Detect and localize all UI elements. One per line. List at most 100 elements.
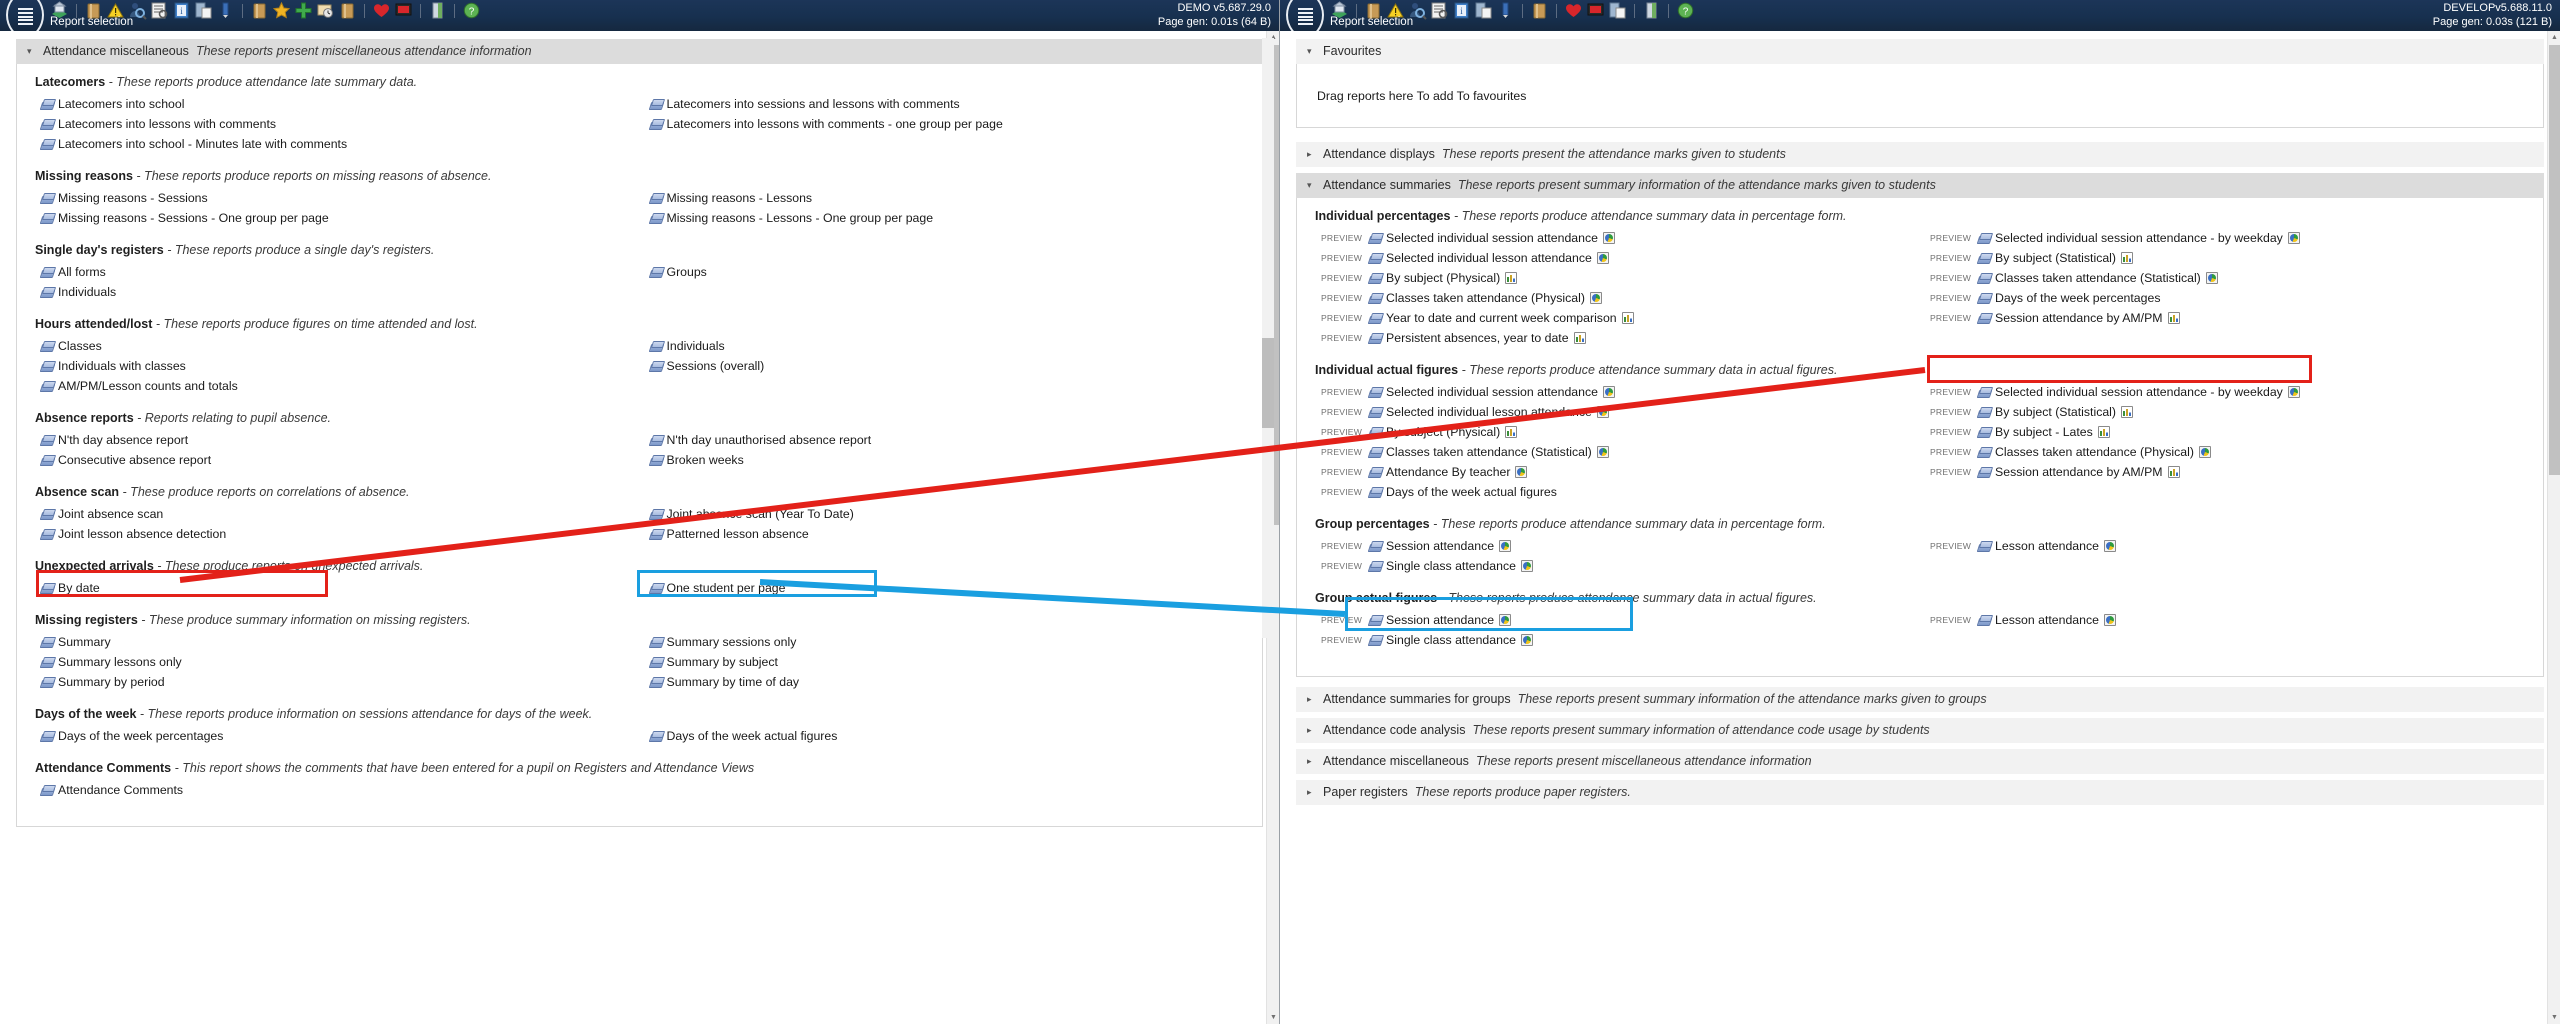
preview-button[interactable]: PREVIEW	[1321, 463, 1362, 481]
info-document-icon[interactable]: i	[172, 1, 191, 20]
preview-button[interactable]: PREVIEW	[1321, 443, 1362, 461]
preview-button[interactable]: PREVIEW	[1930, 309, 1971, 327]
clock-note-icon[interactable]	[316, 1, 335, 20]
chevron-right-icon[interactable]: ▸	[1307, 692, 1316, 707]
report-link[interactable]: Missing reasons - Sessions - One group p…	[31, 208, 640, 228]
scroll-down-arrow[interactable]: ▼	[2548, 1011, 2560, 1024]
report-link[interactable]: By date	[31, 578, 640, 598]
help-question-icon[interactable]: ?	[462, 1, 481, 20]
collapsed-group-header[interactable]: ▸ Attendance summaries for groups These r…	[1296, 687, 2544, 712]
report-link[interactable]: Summary lessons only	[31, 652, 640, 672]
preview-button[interactable]: PREVIEW	[1321, 269, 1362, 287]
report-link[interactable]: PREVIEW Session attendance by AM/PM	[1920, 462, 2529, 482]
report-link[interactable]: One student per page	[640, 578, 1249, 598]
server-document-icon[interactable]	[194, 1, 213, 20]
left-inner-scrollbar[interactable]	[1262, 38, 1274, 638]
preview-button[interactable]: PREVIEW	[1321, 423, 1362, 441]
preview-button[interactable]: PREVIEW	[1930, 423, 1971, 441]
report-link[interactable]: PREVIEW Selected individual lesson attend…	[1311, 402, 1920, 422]
screen-red-icon[interactable]	[1586, 1, 1605, 20]
preview-button[interactable]: PREVIEW	[1321, 537, 1362, 555]
collapsed-group-header[interactable]: ▸ Attendance miscellaneous These reports …	[1296, 749, 2544, 774]
preview-button[interactable]: PREVIEW	[1321, 289, 1362, 307]
scroll-down-arrow[interactable]: ▼	[1267, 1011, 1279, 1024]
door-exit-icon[interactable]	[1642, 1, 1661, 20]
scroll-up-arrow[interactable]: ▲	[2548, 31, 2560, 44]
report-link[interactable]: Days of the week percentages	[31, 726, 640, 746]
report-link[interactable]: Summary by period	[31, 672, 640, 692]
report-link[interactable]: Missing reasons - Lessons - One group pe…	[640, 208, 1249, 228]
report-link[interactable]: Broken weeks	[640, 450, 1249, 470]
report-link[interactable]: PREVIEW Selected individual session atten…	[1311, 382, 1920, 402]
report-link[interactable]: Missing reasons - Lessons	[640, 188, 1249, 208]
preview-button[interactable]: PREVIEW	[1321, 309, 1362, 327]
report-link[interactable]: PREVIEW By subject (Statistical)	[1920, 248, 2529, 268]
report-link[interactable]: Joint absence scan	[31, 504, 640, 524]
list-search-icon[interactable]	[1430, 1, 1449, 20]
report-link[interactable]: PREVIEW Days of the week actual figures	[1311, 482, 1920, 502]
report-link[interactable]: Classes	[31, 336, 640, 356]
report-link[interactable]: Individuals	[31, 282, 640, 302]
server-document-icon[interactable]	[1474, 1, 1493, 20]
report-link[interactable]: N'th day unauthorised absence report	[640, 430, 1249, 450]
report-link[interactable]: PREVIEW Selected individual session atten…	[1920, 382, 2529, 402]
preview-button[interactable]: PREVIEW	[1321, 483, 1362, 501]
preview-button[interactable]: PREVIEW	[1930, 611, 1971, 629]
report-link[interactable]: N'th day absence report	[31, 430, 640, 450]
preview-button[interactable]: PREVIEW	[1321, 383, 1362, 401]
pen-icon[interactable]	[1496, 1, 1515, 20]
report-link[interactable]: PREVIEW Attendance By teacher	[1311, 462, 1920, 482]
preview-button[interactable]: PREVIEW	[1321, 329, 1362, 347]
preview-button[interactable]: PREVIEW	[1321, 403, 1362, 421]
scroll-thumb[interactable]	[2549, 45, 2560, 475]
report-link[interactable]: Latecomers into school - Minutes late wi…	[31, 134, 640, 154]
preview-button[interactable]: PREVIEW	[1930, 443, 1971, 461]
report-link[interactable]: PREVIEW Classes taken attendance (Physica…	[1311, 288, 1920, 308]
report-link[interactable]: PREVIEW Lesson attendance	[1920, 610, 2529, 630]
left-group-header[interactable]: ▾ Attendance miscellaneous These reports…	[16, 39, 1263, 64]
report-link[interactable]: Latecomers into lessons with comments	[31, 114, 640, 134]
preview-button[interactable]: PREVIEW	[1321, 631, 1362, 649]
report-link[interactable]: PREVIEW Classes taken attendance (Statist…	[1311, 442, 1920, 462]
report-link[interactable]: PREVIEW Classes taken attendance (Statist…	[1920, 268, 2529, 288]
report-link[interactable]: PREVIEW Single class attendance	[1311, 630, 1920, 650]
report-link[interactable]: Patterned lesson absence	[640, 524, 1249, 544]
help-question-icon[interactable]: ?	[1676, 1, 1695, 20]
report-link[interactable]: PREVIEW Session attendance by AM/PM	[1920, 308, 2529, 328]
plus-green-icon[interactable]	[294, 1, 313, 20]
report-link[interactable]: PREVIEW By subject (Physical)	[1311, 422, 1920, 442]
report-link[interactable]: Summary	[31, 632, 640, 652]
report-link[interactable]: PREVIEW Lesson attendance	[1920, 536, 2529, 556]
collapsed-group-header[interactable]: ▸ Attendance displays These reports prese…	[1296, 142, 2544, 167]
report-link[interactable]: Joint lesson absence detection	[31, 524, 640, 544]
server-document-icon[interactable]	[1608, 1, 1627, 20]
chevron-down-icon[interactable]: ▾	[1307, 178, 1316, 193]
report-link[interactable]: Latecomers into sessions and lessons wit…	[640, 94, 1249, 114]
heart-red-icon[interactable]	[1564, 1, 1583, 20]
pen-icon[interactable]	[216, 1, 235, 20]
preview-button[interactable]: PREVIEW	[1930, 229, 1971, 247]
attendance-summaries-header[interactable]: ▾ Attendance summaries These reports pre…	[1296, 173, 2544, 198]
preview-button[interactable]: PREVIEW	[1930, 289, 1971, 307]
chevron-down-icon[interactable]: ▾	[1307, 44, 1316, 59]
folder-icon[interactable]	[250, 1, 269, 20]
preview-button[interactable]: PREVIEW	[1930, 383, 1971, 401]
collapsed-group-header[interactable]: ▸ Attendance code analysis These reports …	[1296, 718, 2544, 743]
report-link[interactable]: AM/PM/Lesson counts and totals	[31, 376, 640, 396]
chevron-right-icon[interactable]: ▸	[1307, 147, 1316, 162]
report-link[interactable]: PREVIEW Single class attendance	[1311, 556, 1920, 576]
report-link[interactable]: Individuals with classes	[31, 356, 640, 376]
star-icon[interactable]	[272, 1, 291, 20]
heart-red-icon[interactable]	[372, 1, 391, 20]
preview-button[interactable]: PREVIEW	[1930, 537, 1971, 555]
favourites-header[interactable]: ▾ Favourites	[1296, 39, 2544, 64]
door-exit-icon[interactable]	[428, 1, 447, 20]
report-link[interactable]: Days of the week actual figures	[640, 726, 1249, 746]
collapsed-group-header[interactable]: ▸ Paper registers These reports produce p…	[1296, 780, 2544, 805]
report-link[interactable]: Consecutive absence report	[31, 450, 640, 470]
right-vertical-scrollbar[interactable]: ▲ ▼	[2547, 31, 2560, 1024]
chevron-right-icon[interactable]: ▸	[1307, 754, 1316, 769]
left-inner-scroll-thumb[interactable]	[1262, 338, 1274, 428]
list-search-icon[interactable]	[150, 1, 169, 20]
report-link[interactable]: PREVIEW Selected individual lesson attend…	[1311, 248, 1920, 268]
